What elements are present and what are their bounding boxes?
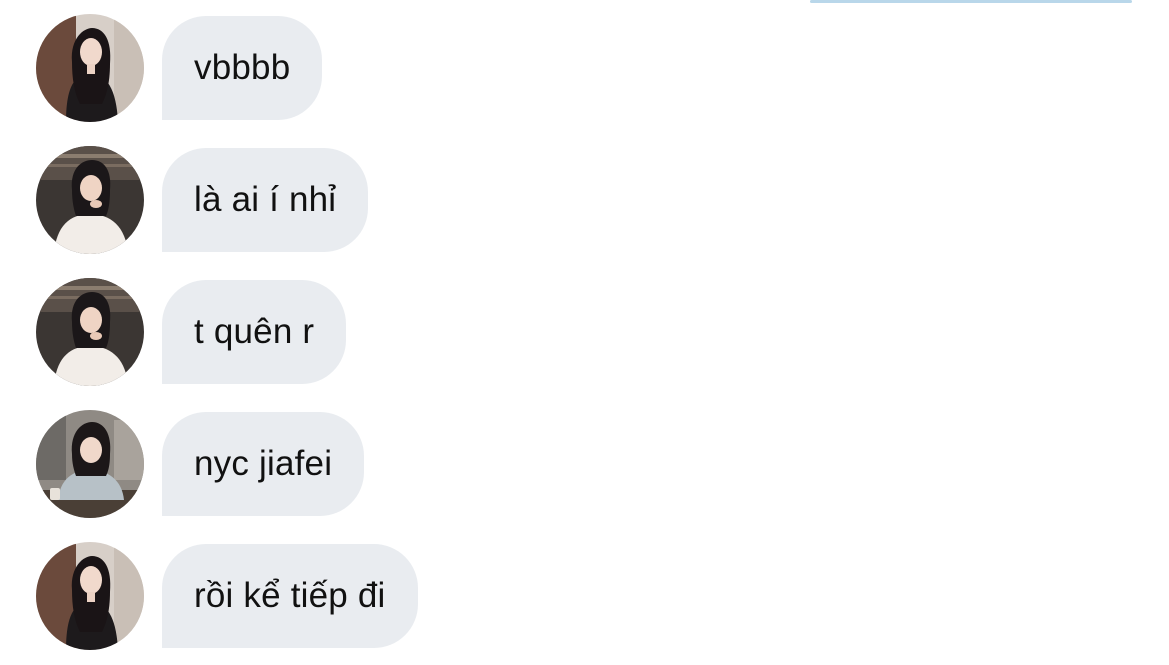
avatar-white-top-image: [36, 146, 144, 254]
avatar[interactable]: [36, 14, 144, 122]
message-bubble[interactable]: nyc jiafei: [162, 412, 365, 516]
avatar-dark-outfit-image: [36, 542, 144, 650]
message-row: nyc jiafei: [36, 410, 365, 518]
avatar[interactable]: [36, 146, 144, 254]
top-accent-bar: [810, 0, 1132, 3]
message-bubble[interactable]: là ai í nhỉ: [162, 148, 369, 252]
avatar-dark-outfit-image: [36, 14, 144, 122]
avatar-white-top-image: [36, 278, 144, 386]
avatar[interactable]: [36, 542, 144, 650]
message-bubble[interactable]: vbbbb: [162, 16, 323, 120]
message-bubble[interactable]: t quên r: [162, 280, 347, 384]
message-row: rồi kể tiếp đi: [36, 542, 418, 650]
message-row: vbbbb: [36, 14, 323, 122]
avatar[interactable]: [36, 278, 144, 386]
message-bubble[interactable]: rồi kể tiếp đi: [162, 544, 418, 648]
message-row: t quên r: [36, 278, 347, 386]
chat-thread: vbbbb là ai í nhỉ t quên r nyc jiafei rồ…: [0, 0, 1169, 665]
avatar-cafe-image: [36, 410, 144, 518]
avatar[interactable]: [36, 410, 144, 518]
message-row: là ai í nhỉ: [36, 146, 369, 254]
